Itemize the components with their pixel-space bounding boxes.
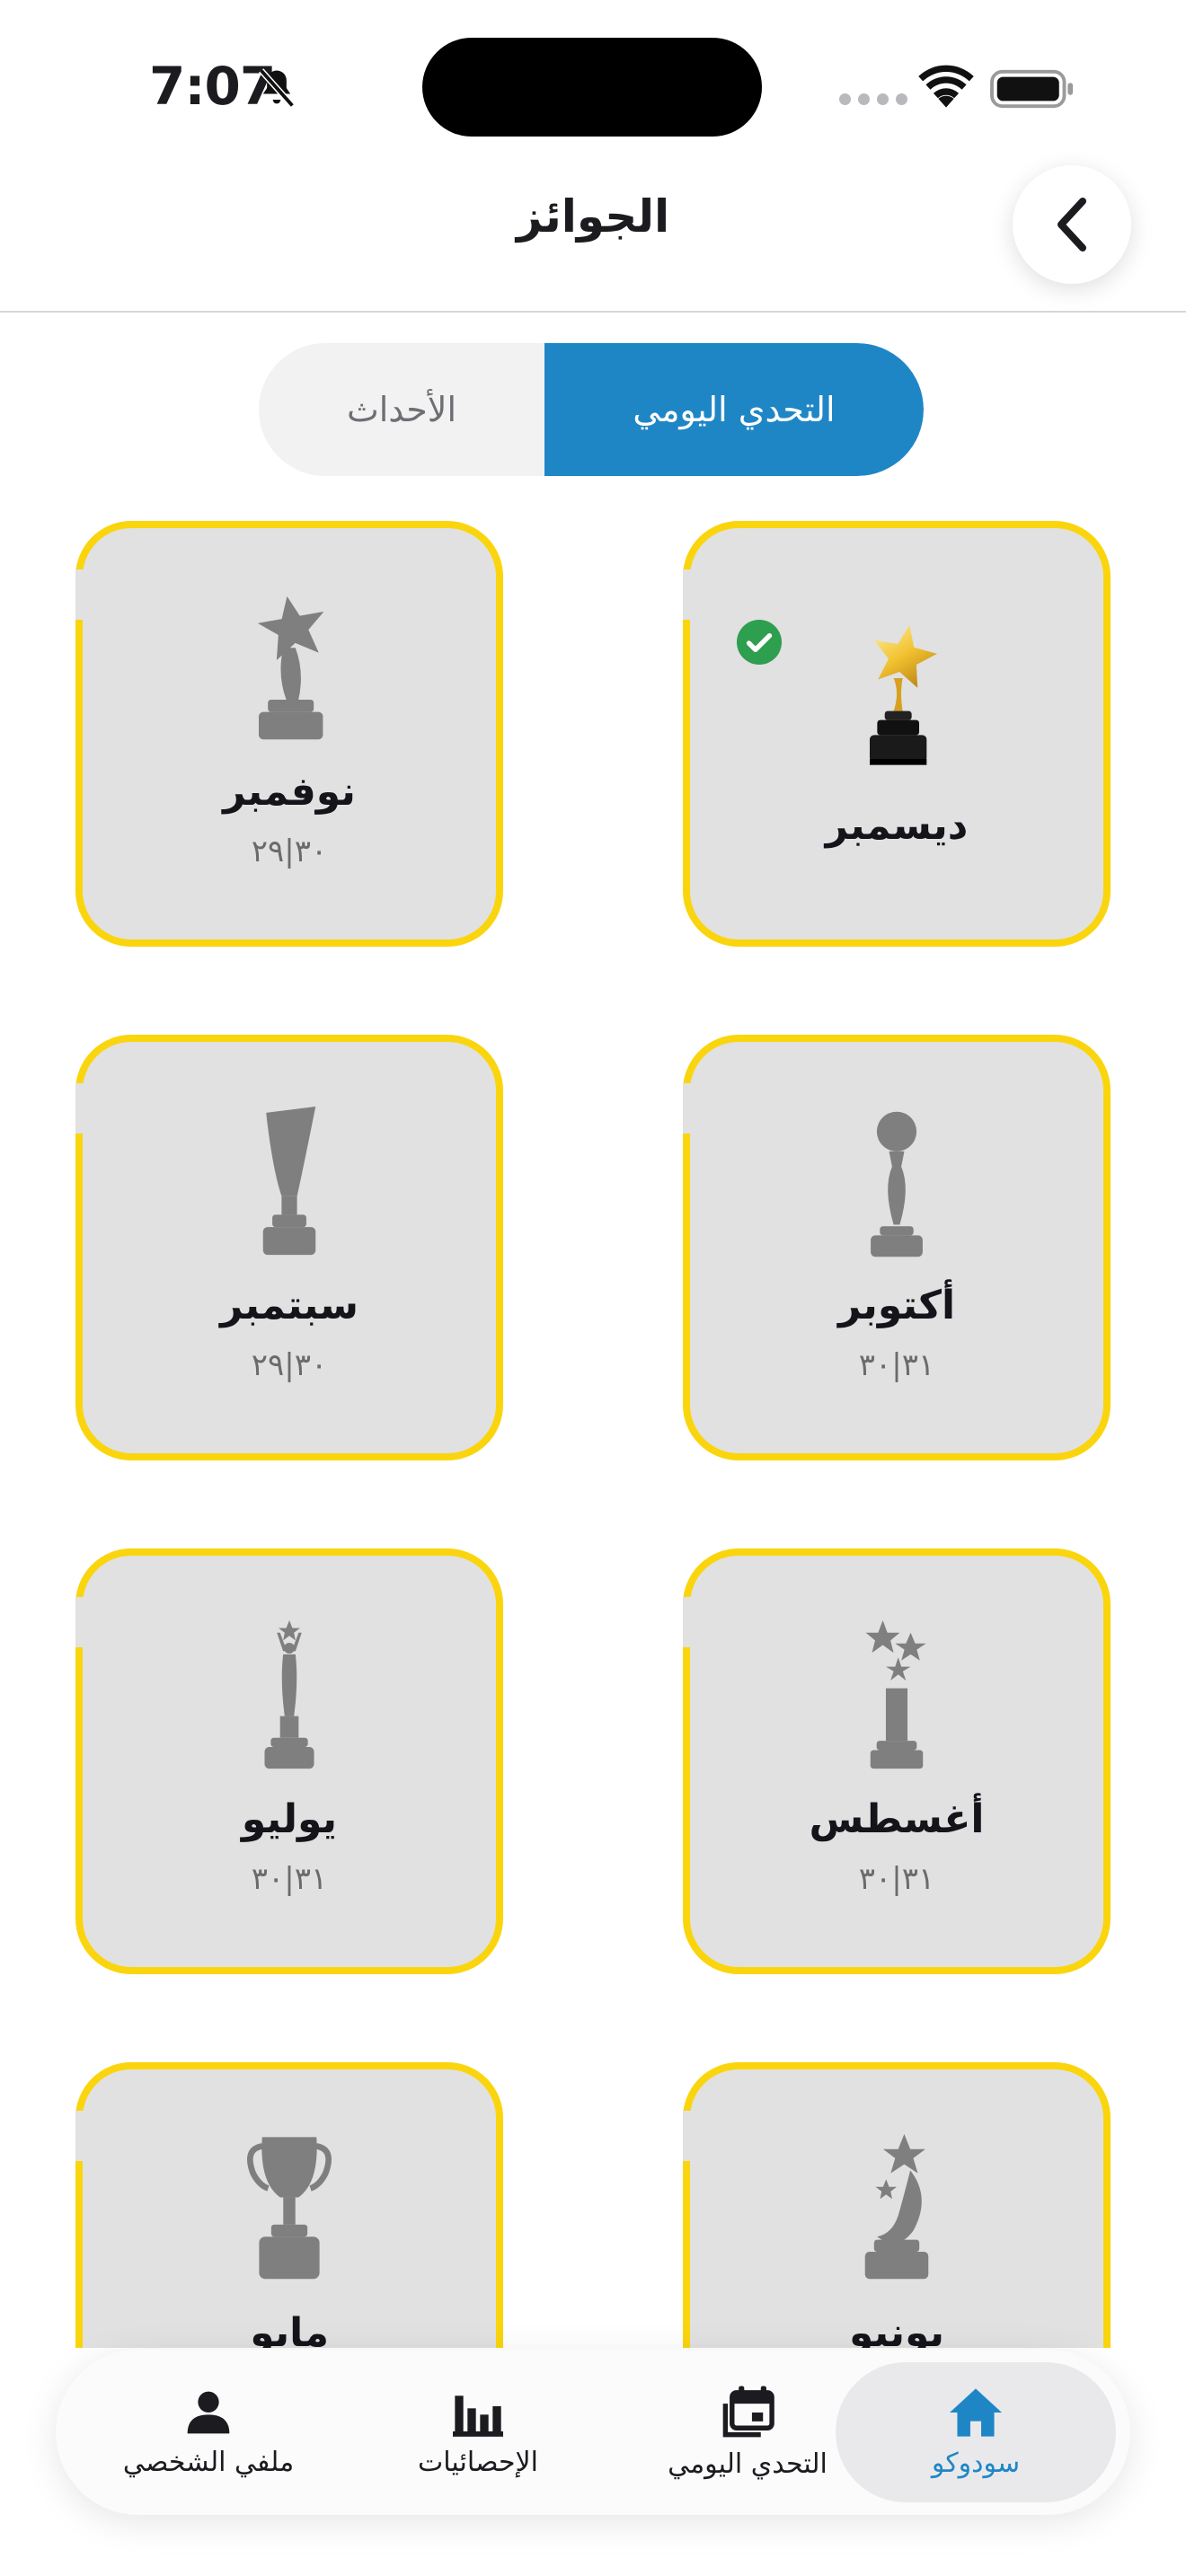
award-name: مايو: [250, 2310, 329, 2348]
tab-label: الإحصائيات: [418, 2446, 538, 2478]
tab-sudoku-home[interactable]: سودوكو: [836, 2362, 1116, 2502]
tab-events[interactable]: الأحداث: [259, 343, 544, 476]
award-card-september[interactable]: سبتمبر ٣٠|٢٩: [75, 1035, 503, 1460]
award-name: أكتوبر: [837, 1283, 956, 1328]
navigation-header: الجوائز: [0, 153, 1186, 313]
award-progress: ٣٠|٢٩: [251, 1347, 328, 1383]
cup-trophy-icon: [247, 2137, 332, 2280]
home-icon: [950, 2387, 1002, 2437]
wifi-icon: [918, 65, 974, 108]
flame-trophy-icon: [262, 1107, 316, 1256]
bell-muted-icon: [259, 68, 295, 108]
award-progress: ٣٠|٢٩: [251, 834, 328, 869]
battery-icon: [990, 69, 1074, 109]
awards-grid: ديسمبر نوفمبر ٣٠|٢٩ أكتوبر ٣١|٣٠ سبتمبر …: [0, 521, 1186, 2348]
segmented-control: الأحداث التحدي اليومي: [259, 343, 924, 476]
award-progress: ٣١|٣٠: [858, 1861, 935, 1897]
star-trophy-icon: [257, 595, 324, 740]
ball-trophy-icon: [871, 1111, 923, 1257]
award-card-august[interactable]: أغسطس ٣١|٣٠: [683, 1548, 1111, 1974]
tab-daily-challenge[interactable]: التحدي اليومي: [544, 343, 924, 476]
award-progress: ٣١|٣٠: [251, 1861, 328, 1897]
tab-label: سودوكو: [931, 2447, 1021, 2479]
award-name: أغسطس: [809, 1796, 985, 1842]
award-name: ديسمبر: [825, 803, 969, 849]
award-name: يونيو: [848, 2310, 945, 2348]
status-bar: 7:07: [0, 0, 1186, 153]
stars-trophy-icon: [865, 1620, 926, 1769]
tab-profile[interactable]: ملفي الشخصي: [74, 2362, 343, 2502]
bottom-tab-bar: ملفي الشخصي الإحصائيات التحدي اليومي سود…: [56, 2350, 1130, 2515]
tab-label: ملفي الشخصي: [122, 2446, 295, 2478]
award-card-june[interactable]: يونيو: [683, 2062, 1111, 2348]
gold-star-trophy-icon: [870, 624, 937, 765]
tab-label: التحدي اليومي: [668, 2448, 828, 2480]
back-button[interactable]: [1013, 165, 1131, 284]
award-card-november[interactable]: نوفمبر ٣٠|٢٩: [75, 521, 503, 947]
dynamic-island: [422, 38, 762, 137]
calendar-stack-icon: [722, 2385, 774, 2437]
chevron-left-icon: [1058, 198, 1086, 251]
award-card-may[interactable]: مايو: [75, 2062, 503, 2348]
award-name: يوليو: [241, 1796, 338, 1842]
person-icon: [187, 2391, 230, 2433]
award-progress: ٣١|٣٠: [858, 1347, 935, 1383]
page-title: الجوائز: [516, 190, 670, 243]
award-card-october[interactable]: أكتوبر ٣١|٣٠: [683, 1035, 1111, 1460]
checkmark-circle-icon: [737, 620, 782, 665]
figure-trophy-icon: [264, 1620, 314, 1769]
award-name: سبتمبر: [219, 1283, 359, 1328]
award-name: نوفمبر: [223, 769, 356, 815]
award-card-july[interactable]: يوليو ٣١|٣٠: [75, 1548, 503, 1974]
bar-chart-icon: [453, 2395, 503, 2437]
cellular-signal-icon: [839, 93, 907, 105]
swirl-trophy-icon: [864, 2134, 929, 2280]
award-card-december[interactable]: ديسمبر: [683, 521, 1111, 947]
tab-statistics[interactable]: الإحصائيات: [343, 2362, 613, 2502]
